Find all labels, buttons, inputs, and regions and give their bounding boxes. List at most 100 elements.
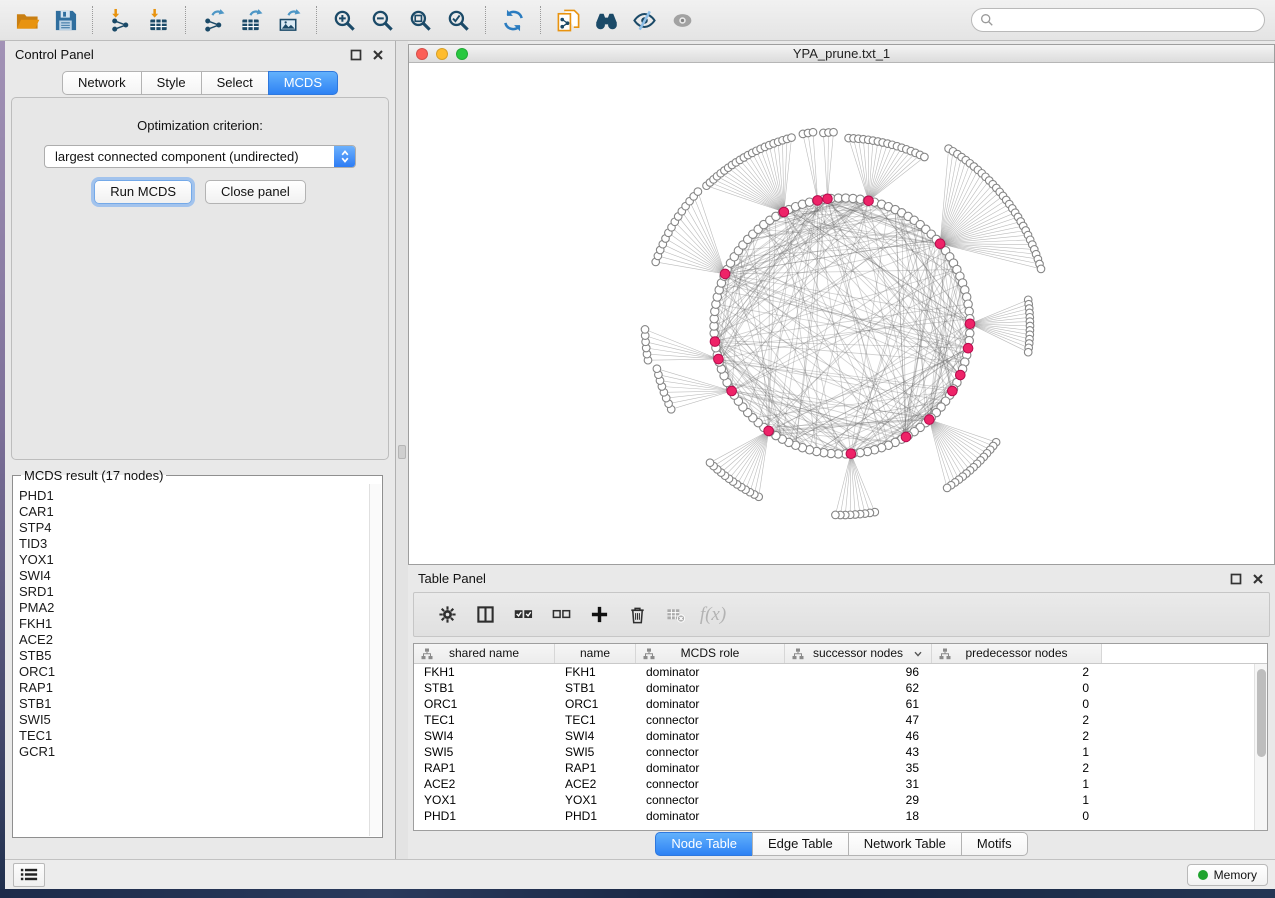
column-header-name[interactable]: name — [555, 644, 636, 663]
mcds-result-item[interactable]: YOX1 — [19, 552, 368, 568]
mcds-result-list[interactable]: PHD1CAR1STP4TID3YOX1SWI4SRD1PMA2FKH1ACE2… — [15, 485, 368, 835]
table-cell[interactable]: TEC1 — [414, 712, 555, 728]
table-cell[interactable]: 0 — [932, 680, 1102, 696]
export-table-button[interactable] — [232, 4, 270, 36]
table-cell[interactable]: ACE2 — [555, 776, 636, 792]
table-cell[interactable]: 96 — [785, 664, 932, 680]
close-panel-button[interactable] — [372, 48, 385, 61]
delete-column-button[interactable] — [622, 600, 652, 630]
mcds-result-item[interactable]: ACE2 — [19, 632, 368, 648]
table-cell[interactable]: 2 — [932, 712, 1102, 728]
network-canvas[interactable] — [409, 63, 1274, 564]
graph-fan-node[interactable] — [641, 326, 649, 334]
table-cell[interactable]: ACE2 — [414, 776, 555, 792]
table-cell[interactable]: RAP1 — [555, 760, 636, 776]
graph-fan-node[interactable] — [653, 365, 661, 373]
table-cell[interactable]: 1 — [932, 792, 1102, 808]
table-cell[interactable]: dominator — [636, 696, 785, 712]
import-network-button[interactable] — [101, 4, 139, 36]
table-row[interactable]: ACE2ACE2connector311 — [414, 776, 1267, 792]
open-file-button[interactable] — [8, 4, 46, 36]
column-header-predecessor-nodes[interactable]: predecessor nodes — [932, 644, 1102, 663]
mcds-result-item[interactable]: SWI4 — [19, 568, 368, 584]
zoom-out-button[interactable] — [363, 4, 401, 36]
table-cell[interactable]: dominator — [636, 760, 785, 776]
graph-mcds-node[interactable] — [963, 343, 973, 353]
column-header-successor-nodes[interactable]: successor nodes — [785, 644, 932, 663]
mcds-result-item[interactable]: ORC1 — [19, 664, 368, 680]
table-cell[interactable]: 2 — [932, 664, 1102, 680]
graph-mcds-node[interactable] — [727, 386, 737, 396]
mcds-result-item[interactable]: SRD1 — [19, 584, 368, 600]
sort-chevron-icon[interactable] — [913, 649, 923, 659]
table-cell[interactable]: ORC1 — [555, 696, 636, 712]
mcds-result-item[interactable]: RAP1 — [19, 680, 368, 696]
mcds-result-item[interactable]: STB1 — [19, 696, 368, 712]
close-panel-button-secondary[interactable]: Close panel — [205, 180, 306, 204]
graph-mcds-node[interactable] — [714, 354, 724, 364]
column-header-MCDS-role[interactable]: MCDS role — [636, 644, 785, 663]
table-cell[interactable]: SWI4 — [555, 728, 636, 744]
mcds-result-item[interactable]: TID3 — [19, 536, 368, 552]
graph-fan-node[interactable] — [809, 128, 817, 136]
table-cell[interactable]: STB1 — [555, 680, 636, 696]
table-cell[interactable]: dominator — [636, 728, 785, 744]
table-cell[interactable]: 47 — [785, 712, 932, 728]
graph-fan-node[interactable] — [788, 134, 796, 142]
close-table-panel-button[interactable] — [1252, 572, 1265, 585]
import-table-button[interactable] — [139, 4, 177, 36]
graph-mcds-node[interactable] — [935, 239, 945, 249]
graph-fan-node[interactable] — [921, 153, 929, 161]
table-cell[interactable]: 2 — [932, 728, 1102, 744]
table-cell[interactable]: SWI5 — [555, 744, 636, 760]
table-cell[interactable]: connector — [636, 712, 785, 728]
table-cell[interactable]: 29 — [785, 792, 932, 808]
table-row[interactable]: RAP1RAP1dominator352 — [414, 760, 1267, 776]
table-cell[interactable]: dominator — [636, 680, 785, 696]
table-row[interactable]: TEC1TEC1connector472 — [414, 712, 1267, 728]
table-cell[interactable]: SWI5 — [414, 744, 555, 760]
mcds-result-item[interactable]: SWI5 — [19, 712, 368, 728]
table-row[interactable]: ORC1ORC1dominator610 — [414, 696, 1267, 712]
mcds-result-item[interactable]: PHD1 — [19, 488, 368, 504]
mcds-result-item[interactable]: STB5 — [19, 648, 368, 664]
zoom-in-button[interactable] — [325, 4, 363, 36]
graph-mcds-node[interactable] — [710, 337, 720, 347]
graph-fan-node[interactable] — [830, 128, 838, 136]
graph-fan-node[interactable] — [694, 188, 702, 196]
table-cell[interactable]: 18 — [785, 808, 932, 824]
add-column-button[interactable] — [584, 600, 614, 630]
graph-fan-node[interactable] — [706, 459, 714, 467]
table-cell[interactable]: connector — [636, 792, 785, 808]
table-row[interactable]: SWI5SWI5connector431 — [414, 744, 1267, 760]
table-cell[interactable]: dominator — [636, 664, 785, 680]
mcds-result-item[interactable]: TEC1 — [19, 728, 368, 744]
graph-fan-node[interactable] — [1024, 348, 1032, 356]
tab-style[interactable]: Style — [141, 71, 202, 95]
table-cell[interactable]: 35 — [785, 760, 932, 776]
graph-mcds-node[interactable] — [764, 426, 774, 436]
graph-mcds-node[interactable] — [846, 449, 856, 459]
graph-mcds-node[interactable] — [965, 319, 975, 329]
graph-mcds-node[interactable] — [864, 196, 874, 206]
table-cell[interactable]: YOX1 — [414, 792, 555, 808]
graph-mcds-node[interactable] — [779, 207, 789, 217]
search-box[interactable] — [971, 8, 1265, 32]
network-graph[interactable] — [409, 63, 1274, 565]
find-button[interactable] — [587, 4, 625, 36]
zoom-fit-button[interactable] — [401, 4, 439, 36]
graph-mcds-node[interactable] — [956, 370, 966, 380]
graph-mcds-node[interactable] — [813, 196, 823, 206]
graph-fan-node[interactable] — [943, 484, 951, 492]
tab-network[interactable]: Network — [62, 71, 142, 95]
table-cell[interactable]: 61 — [785, 696, 932, 712]
table-cell[interactable]: 43 — [785, 744, 932, 760]
table-cell[interactable]: 0 — [932, 696, 1102, 712]
float-panel-button[interactable] — [350, 48, 363, 61]
mcds-result-item[interactable]: PMA2 — [19, 600, 368, 616]
table-cell[interactable]: 1 — [932, 744, 1102, 760]
tab-node-table[interactable]: Node Table — [655, 832, 753, 856]
save-session-button[interactable] — [46, 4, 84, 36]
mcds-result-item[interactable]: FKH1 — [19, 616, 368, 632]
table-cell[interactable]: PHD1 — [555, 808, 636, 824]
